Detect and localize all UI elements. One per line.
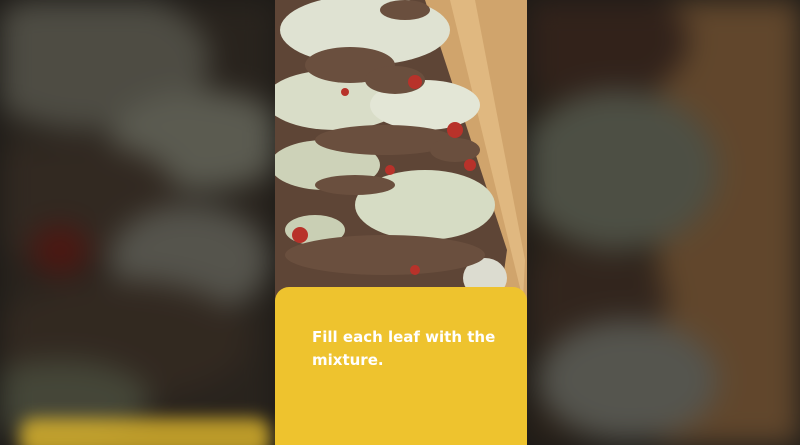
video-frame: Fill each leaf with the mixture. [0,0,800,445]
caption-text: Fill each leaf with the mixture. [312,328,496,369]
blurred-backdrop-left [0,0,275,445]
blurred-caption-glow [20,418,270,445]
blurred-backdrop-right [528,0,800,445]
